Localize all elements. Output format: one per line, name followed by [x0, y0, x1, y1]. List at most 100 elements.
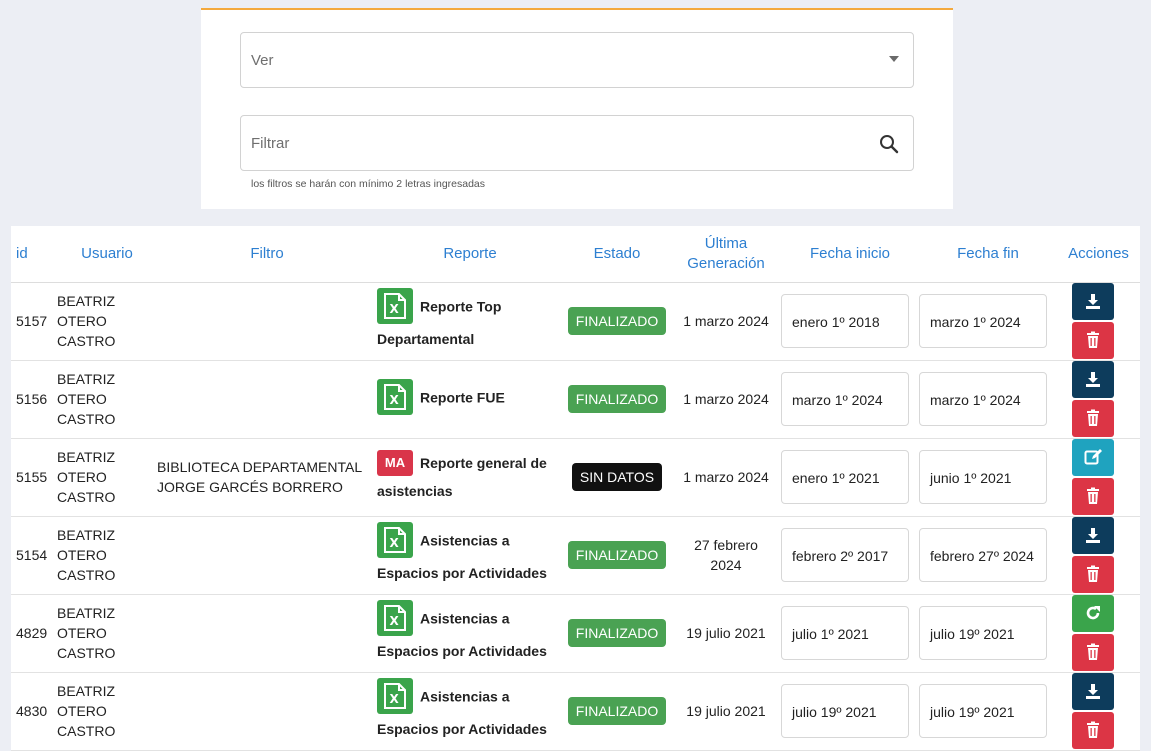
last-generation-line-1: 1 marzo 2024 [683, 313, 769, 329]
header-filtro[interactable]: Filtro [157, 226, 377, 283]
cell-start-date: enero 1º 2018 [781, 282, 919, 361]
action-group [1072, 283, 1114, 359]
view-select[interactable]: Ver [240, 32, 914, 88]
action-group [1072, 517, 1114, 593]
end-date-field[interactable]: julio 19º 2021 [919, 684, 1047, 738]
download-button[interactable] [1072, 361, 1114, 398]
svg-text:X: X [390, 393, 400, 407]
table-row: 5154 BEATRIZ OTERO CASTRO X Asistencias a Es… [11, 516, 1140, 595]
edit-button[interactable] [1072, 439, 1114, 476]
cell-filter [157, 672, 377, 751]
header-usuario[interactable]: Usuario [51, 226, 157, 283]
table-row: 5157 BEATRIZ OTERO CASTRO X Reporte Top Depa… [11, 282, 1140, 361]
filter-hint: los filtros se harán con mínimo 2 letras… [251, 178, 486, 190]
end-date-field[interactable]: marzo 1º 2024 [919, 372, 1047, 426]
cell-start-date: julio 19º 2021 [781, 672, 919, 751]
report-name-line-1: Reporte FUE [420, 389, 505, 406]
user-line-1: BEATRIZ [57, 293, 116, 309]
user-line-2: OTERO [57, 391, 107, 407]
search-icon[interactable] [879, 134, 899, 154]
user-line-3: CASTRO [57, 411, 116, 427]
user-line-3: CASTRO [57, 567, 116, 583]
report-name: X Reporte Top Departamental [377, 288, 563, 352]
cell-end-date: julio 19º 2021 [919, 672, 1057, 751]
table-header-row: id Usuario Filtro Reporte Estado Última G… [11, 226, 1140, 283]
cell-start-date: julio 1º 2021 [781, 594, 919, 673]
cell-last-generation: 1 marzo 2024 [671, 438, 781, 517]
start-date-field[interactable]: febrero 2º 2017 [781, 528, 909, 582]
svg-text:X: X [390, 536, 400, 550]
download-button[interactable] [1072, 283, 1114, 320]
last-generation-line-1: 1 marzo 2024 [683, 469, 769, 485]
user-line-2: OTERO [57, 625, 107, 641]
excel-file-icon: X [377, 522, 413, 558]
cell-start-date: marzo 1º 2024 [781, 360, 919, 439]
header-ultima-generacion[interactable]: Última Generación [671, 226, 781, 283]
start-date-field[interactable]: julio 1º 2021 [781, 606, 909, 660]
cell-id: 5157 [11, 282, 51, 361]
report-name-line-2: Espacios por Actividades [377, 721, 547, 737]
delete-button[interactable] [1072, 478, 1114, 515]
table-row: 4830 BEATRIZ OTERO CASTRO X Asistencias a Es… [11, 672, 1140, 751]
cell-user: BEATRIZ OTERO CASTRO [51, 594, 157, 673]
user-line-1: BEATRIZ [57, 449, 116, 465]
action-group [1072, 673, 1114, 749]
cell-id: 4829 [11, 594, 51, 673]
download-button[interactable] [1072, 673, 1114, 710]
delete-button[interactable] [1072, 556, 1114, 593]
user-line-2: OTERO [57, 469, 107, 485]
start-date-field[interactable]: marzo 1º 2024 [781, 372, 909, 426]
header-fecha-fin[interactable]: Fecha fin [919, 226, 1057, 283]
status-badge: FINALIZADO [567, 619, 667, 647]
header-estado[interactable]: Estado [563, 226, 671, 283]
cell-status: FINALIZADO [563, 594, 671, 673]
cell-actions [1057, 282, 1140, 361]
end-date-field[interactable]: junio 1º 2021 [919, 450, 1047, 504]
svg-text:X: X [390, 614, 400, 628]
report-name-line-1: Reporte general de [420, 455, 547, 472]
user-line-2: OTERO [57, 313, 107, 329]
regenerate-button[interactable] [1072, 595, 1114, 632]
header-reporte[interactable]: Reporte [377, 226, 563, 283]
status-badge: FINALIZADO [567, 307, 667, 335]
status-badge: FINALIZADO [567, 541, 667, 569]
user-line-1: BEATRIZ [57, 605, 116, 621]
end-date-field[interactable]: marzo 1º 2024 [919, 294, 1047, 348]
last-generation-line-2: 2024 [710, 557, 742, 573]
cell-start-date: enero 1º 2021 [781, 438, 919, 517]
filter-input[interactable] [251, 132, 851, 154]
start-date-field[interactable]: julio 19º 2021 [781, 684, 909, 738]
table-body: 5157 BEATRIZ OTERO CASTRO X Reporte Top Depa… [11, 282, 1140, 751]
start-date-field[interactable]: enero 1º 2021 [781, 450, 909, 504]
cell-filter [157, 594, 377, 673]
end-date-field[interactable]: julio 19º 2021 [919, 606, 1047, 660]
delete-button[interactable] [1072, 634, 1114, 671]
cell-actions [1057, 594, 1140, 673]
delete-button[interactable] [1072, 400, 1114, 437]
action-group [1072, 439, 1114, 515]
action-group [1072, 595, 1114, 671]
last-generation-line-1: 19 julio 2021 [686, 625, 766, 641]
download-button[interactable] [1072, 517, 1114, 554]
view-select-placeholder: Ver [251, 52, 274, 69]
filter-search-field [240, 115, 914, 171]
delete-button[interactable] [1072, 322, 1114, 359]
report-name-line-2: Espacios por Actividades [377, 565, 547, 581]
header-ultima-line-1: Última [704, 234, 748, 252]
cell-last-generation: 1 marzo 2024 [671, 360, 781, 439]
cell-user: BEATRIZ OTERO CASTRO [51, 438, 157, 517]
start-date-field[interactable]: enero 1º 2018 [781, 294, 909, 348]
end-date-field[interactable]: febrero 27º 2024 [919, 528, 1047, 582]
report-name-line-1: Reporte Top [420, 298, 502, 315]
filter-line-1: BIBLIOTECA DEPARTAMENTAL [157, 459, 363, 475]
report-name-line-2: Departamental [377, 331, 475, 347]
cell-filter [157, 282, 377, 361]
delete-button[interactable] [1072, 712, 1114, 749]
user-line-1: BEATRIZ [57, 683, 116, 699]
svg-text:X: X [390, 692, 400, 706]
cell-actions [1057, 360, 1140, 439]
filter-line-2: JORGE GARCÉS BORRERO [157, 479, 343, 495]
header-id[interactable]: id [11, 226, 51, 283]
header-fecha-inicio[interactable]: Fecha inicio [781, 226, 919, 283]
status-badge: FINALIZADO [567, 697, 667, 725]
